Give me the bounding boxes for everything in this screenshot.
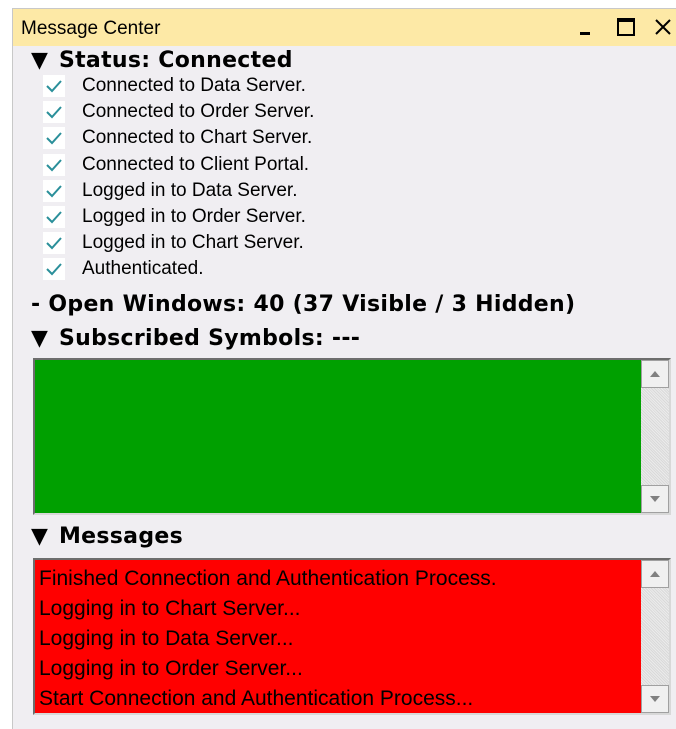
checkmark-icon	[43, 232, 65, 255]
messages-heading: Messages	[58, 524, 183, 549]
scroll-down-button[interactable]	[641, 485, 669, 513]
minimize-button[interactable]	[576, 15, 600, 39]
arrow-down-icon	[650, 696, 660, 702]
message-item[interactable]: Logging in to Order Server...	[39, 654, 497, 684]
subscribed-symbols-header[interactable]: ▼ Subscribed Symbols: ---	[31, 326, 360, 351]
status-item: Connected to Data Server.	[43, 73, 314, 99]
maximize-icon	[617, 18, 635, 36]
status-item-label: Connected to Chart Server.	[82, 127, 313, 149]
subscribed-symbols-heading: Subscribed Symbols: ---	[58, 326, 361, 351]
status-item-label: Authenticated.	[82, 258, 204, 280]
close-icon	[655, 19, 671, 35]
messages-list: Finished Connection and Authentication P…	[39, 564, 497, 714]
status-section-header[interactable]: ▼ Status: Connected	[31, 48, 293, 73]
checkmark-icon	[43, 101, 65, 124]
status-item-label: Connected to Client Portal.	[82, 153, 310, 175]
status-item: Logged in to Data Server.	[43, 178, 314, 204]
message-item[interactable]: Logging in to Data Server...	[39, 624, 497, 654]
message-item[interactable]: Start Connection and Authentication Proc…	[39, 684, 497, 714]
open-windows-line[interactable]: - Open Windows: 40 (37 Visible / 3 Hidde…	[31, 292, 575, 317]
triangle-down-icon: ▼	[31, 524, 49, 549]
arrow-down-icon	[650, 496, 660, 502]
message-item[interactable]: Logging in to Chart Server...	[39, 594, 497, 624]
scroll-up-button[interactable]	[641, 360, 669, 388]
status-item: Logged in to Order Server.	[43, 204, 314, 230]
message-item[interactable]: Finished Connection and Authentication P…	[39, 564, 497, 594]
messages-panel[interactable]: Finished Connection and Authentication P…	[33, 558, 671, 715]
subscribed-symbols-panel[interactable]	[33, 358, 671, 515]
status-item: Logged in to Chart Server.	[43, 230, 314, 256]
message-center-window: Message Center ▼ Status: Connected Conne…	[12, 8, 676, 729]
scroll-down-button[interactable]	[641, 685, 669, 713]
checkmark-icon	[43, 75, 65, 98]
checkmark-icon	[43, 153, 65, 176]
checkmark-icon	[43, 179, 65, 202]
arrow-up-icon	[650, 371, 660, 377]
arrow-up-icon	[650, 571, 660, 577]
maximize-button[interactable]	[614, 15, 638, 39]
status-list: Connected to Data Server. Connected to Or…	[43, 73, 314, 283]
minimize-icon	[580, 32, 590, 35]
window-title: Message Center	[21, 18, 161, 39]
scroll-up-button[interactable]	[641, 560, 669, 588]
triangle-down-icon: ▼	[31, 48, 49, 73]
status-item-label: Logged in to Chart Server.	[82, 232, 304, 254]
scrollbar[interactable]	[641, 360, 669, 513]
checkmark-icon	[43, 206, 65, 229]
checkmark-icon	[43, 258, 65, 281]
checkmark-icon	[43, 127, 65, 150]
status-item: Connected to Order Server.	[43, 99, 314, 125]
scrollbar[interactable]	[641, 560, 669, 713]
status-item-label: Connected to Order Server.	[82, 101, 315, 123]
status-item: Connected to Client Portal.	[43, 152, 314, 178]
close-button[interactable]	[651, 15, 675, 39]
messages-header[interactable]: ▼ Messages	[31, 524, 183, 549]
status-item: Connected to Chart Server.	[43, 125, 314, 151]
status-item-label: Connected to Data Server.	[82, 75, 306, 97]
status-item: Authenticated.	[43, 256, 314, 282]
status-heading: Status: Connected	[58, 48, 293, 73]
title-bar[interactable]: Message Center	[13, 9, 676, 46]
status-item-label: Logged in to Order Server.	[82, 206, 306, 228]
triangle-down-icon: ▼	[31, 326, 49, 351]
status-item-label: Logged in to Data Server.	[82, 179, 298, 201]
